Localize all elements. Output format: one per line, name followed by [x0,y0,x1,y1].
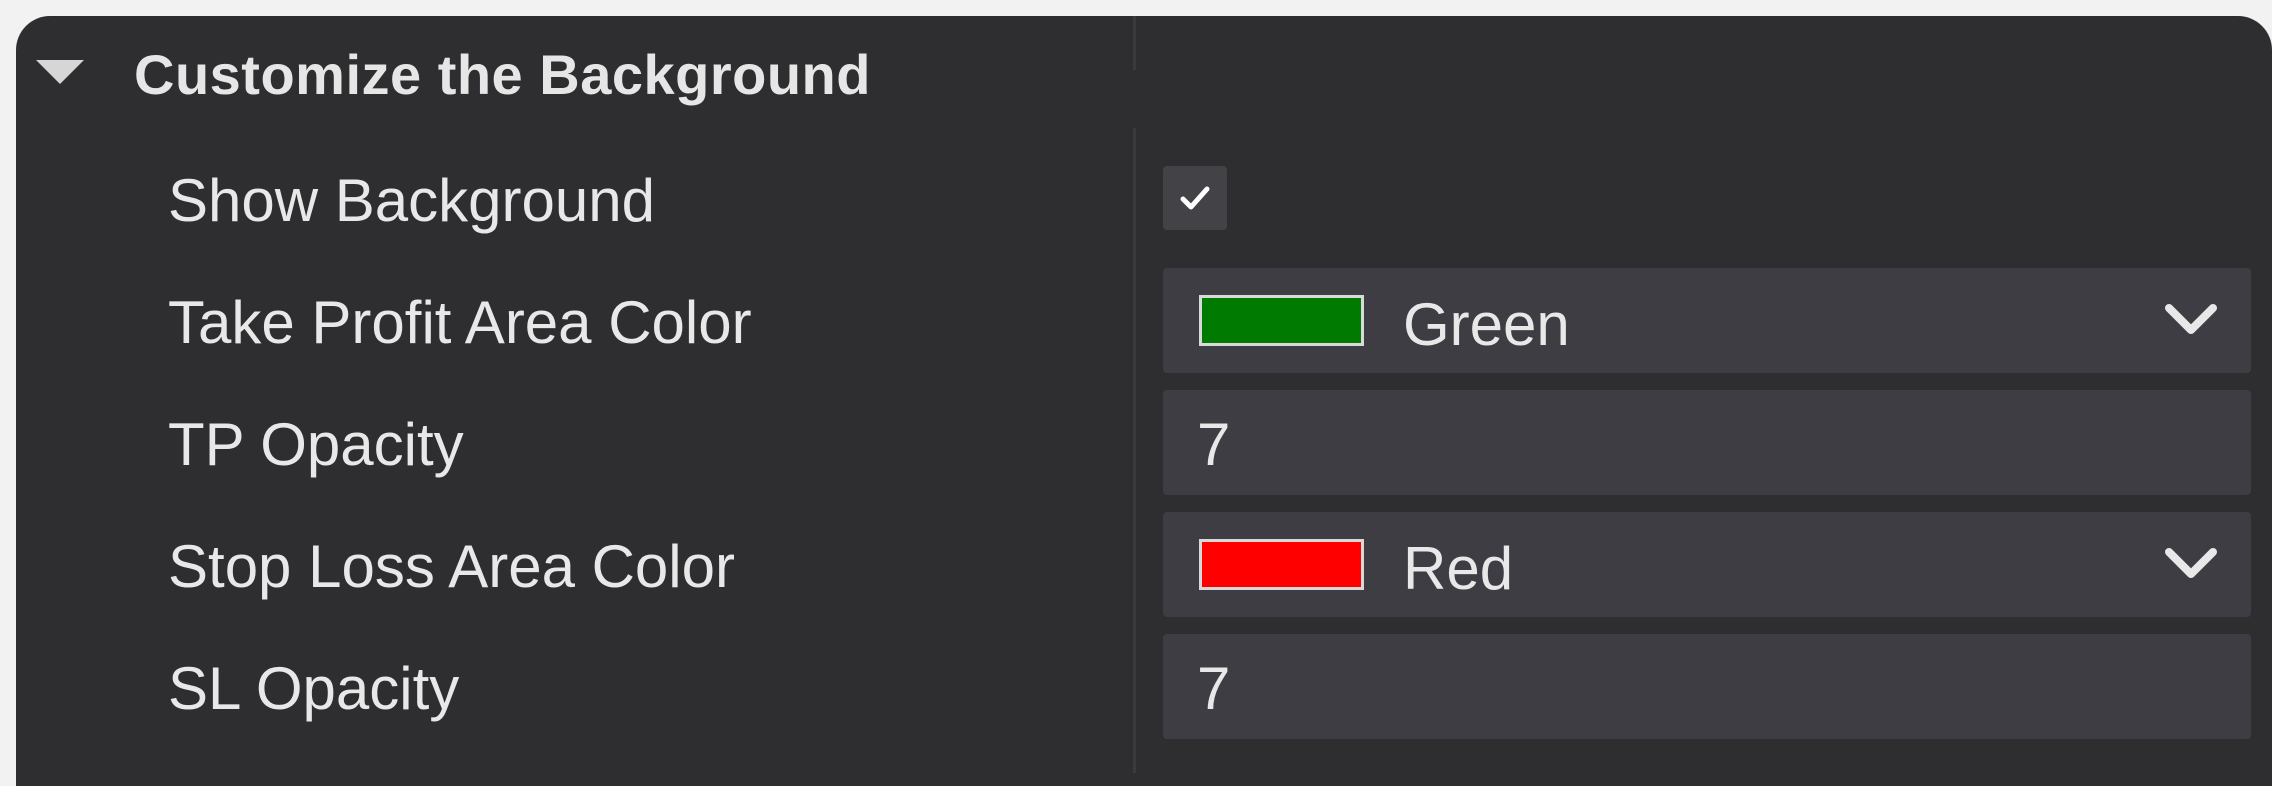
chevron-down-icon [2165,304,2217,334]
sl-color-label: Stop Loss Area Color [168,533,735,600]
tp-color-swatch [1199,295,1364,346]
column-divider [1133,128,1136,773]
chevron-down-icon [2165,548,2217,578]
triangle-down-icon[interactable] [36,60,84,84]
tp-color-select[interactable]: Green [1163,268,2251,373]
tp-opacity-value: 7 [1197,411,1231,478]
column-divider [1133,16,1136,70]
tp-color-value: Green [1403,291,1570,358]
show-background-checkbox[interactable] [1163,166,1227,230]
settings-panel: Customize the Background Show Background… [16,16,2272,786]
show-background-label: Show Background [168,167,655,234]
sl-color-select[interactable]: Red [1163,512,2251,617]
sl-opacity-input[interactable]: 7 [1163,634,2251,739]
sl-opacity-value: 7 [1197,655,1231,722]
section-header[interactable]: Customize the Background [16,16,1116,136]
tp-opacity-input[interactable]: 7 [1163,390,2251,495]
check-icon [1180,186,1210,210]
tp-opacity-label: TP Opacity [168,411,464,478]
sl-color-swatch [1199,539,1364,590]
sl-color-value: Red [1403,535,1514,602]
section-title: Customize the Background [134,43,871,106]
sl-opacity-label: SL Opacity [168,655,460,722]
tp-color-label: Take Profit Area Color [168,289,752,356]
